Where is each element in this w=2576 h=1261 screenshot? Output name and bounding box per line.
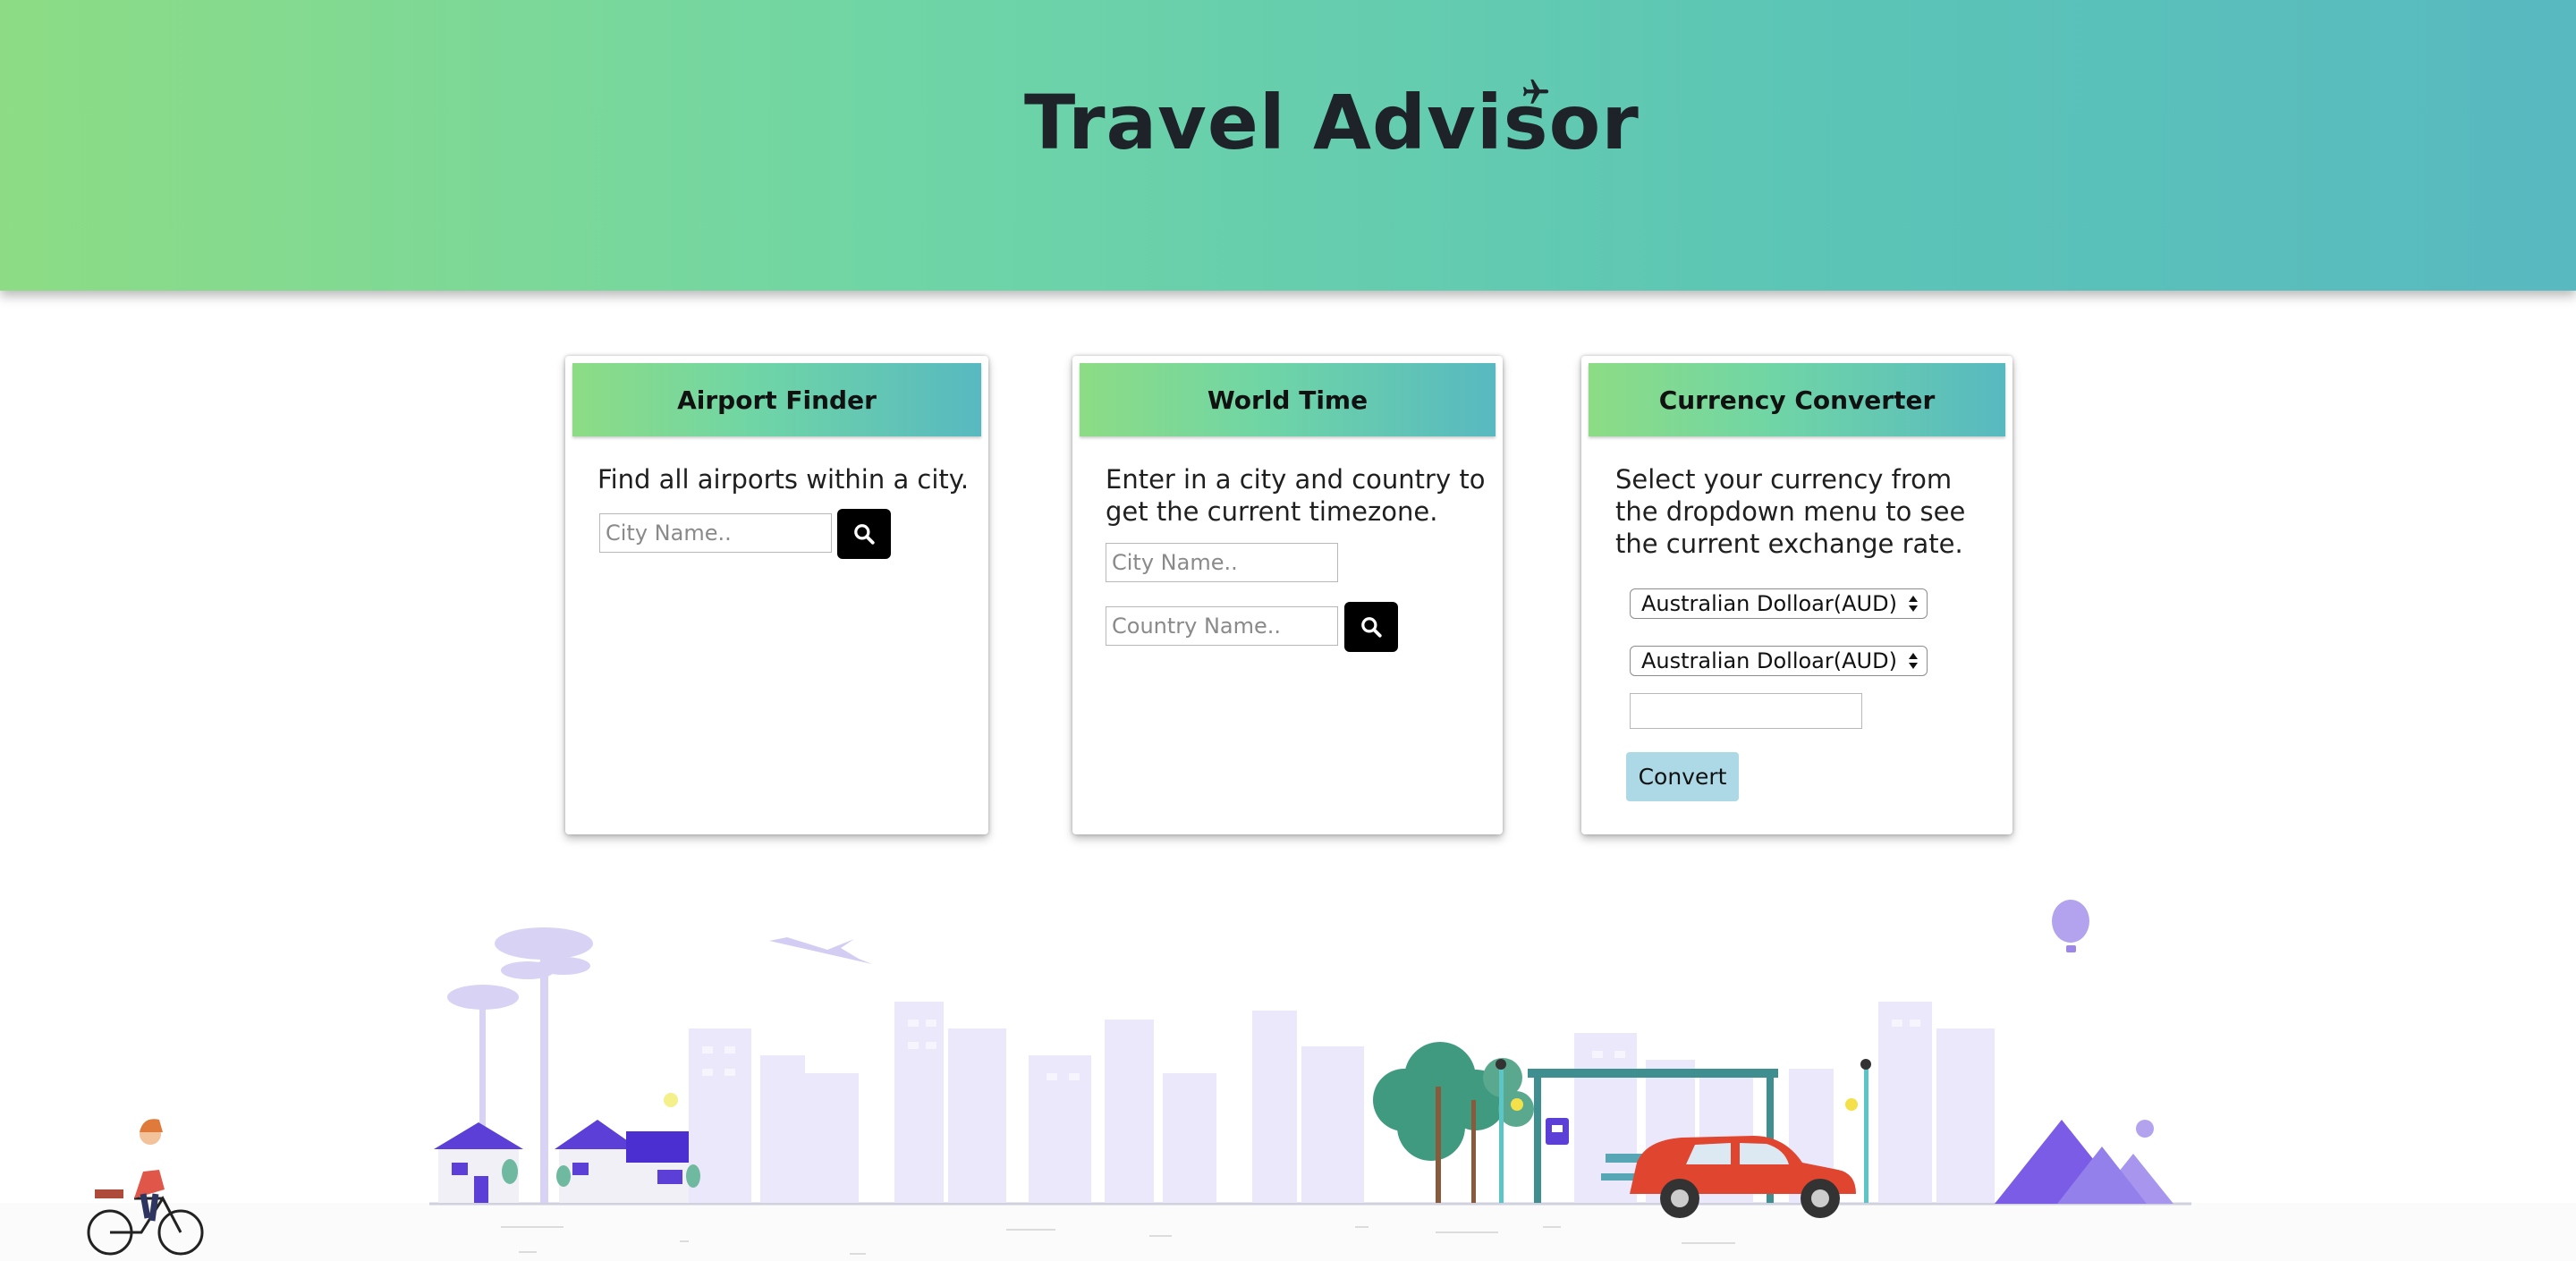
world-time-country-input[interactable]	[1106, 606, 1338, 646]
world-time-city-input[interactable]	[1106, 543, 1338, 582]
from-currency-value: Australian Dolloar(AUD)	[1641, 591, 1897, 616]
world-time-heading: World Time	[1080, 363, 1496, 436]
trees	[1373, 1042, 1534, 1203]
airport-search-button[interactable]	[837, 509, 891, 559]
airport-finder-card: Airport Finder	[565, 356, 988, 834]
world-time-description-line1: Enter in a city and country to	[1106, 464, 1486, 495]
currency-description-line1: Select your currency from	[1615, 464, 1953, 495]
airport-finder-heading: Airport Finder	[572, 363, 981, 436]
currency-description-line3: the current exchange rate.	[1615, 529, 1963, 559]
select-arrows-icon	[1909, 596, 1918, 612]
world-time-description-line2: get the current timezone.	[1106, 496, 1438, 527]
airport-city-input[interactable]	[599, 513, 832, 553]
airplane-silhouette-icon	[769, 937, 872, 964]
currency-description-line2: the dropdown menu to see	[1615, 496, 1966, 527]
search-icon	[1361, 617, 1382, 638]
pyramids	[1995, 1120, 2174, 1204]
world-time-card: World Time	[1072, 356, 1503, 834]
airport-finder-description: Find all airports within a city.	[597, 464, 970, 495]
currency-converter-heading: Currency Converter	[1589, 363, 2005, 436]
to-currency-select[interactable]: Australian Dolloar(AUD)	[1630, 646, 1928, 676]
world-time-search-button[interactable]	[1344, 602, 1398, 652]
search-icon	[854, 524, 875, 545]
city-illustration	[0, 900, 2576, 1261]
page-header: Travel Advisor	[0, 0, 2576, 291]
currency-amount-input[interactable]	[1630, 693, 1862, 729]
to-currency-value: Australian Dolloar(AUD)	[1641, 648, 1897, 673]
convert-button[interactable]: Convert	[1626, 752, 1739, 801]
houses	[434, 1120, 689, 1203]
from-currency-select[interactable]: Australian Dolloar(AUD)	[1630, 588, 1928, 619]
hot-air-balloon-icon	[2052, 900, 2089, 952]
airplane-icon	[1522, 79, 1549, 104]
select-arrows-icon	[1909, 653, 1918, 669]
